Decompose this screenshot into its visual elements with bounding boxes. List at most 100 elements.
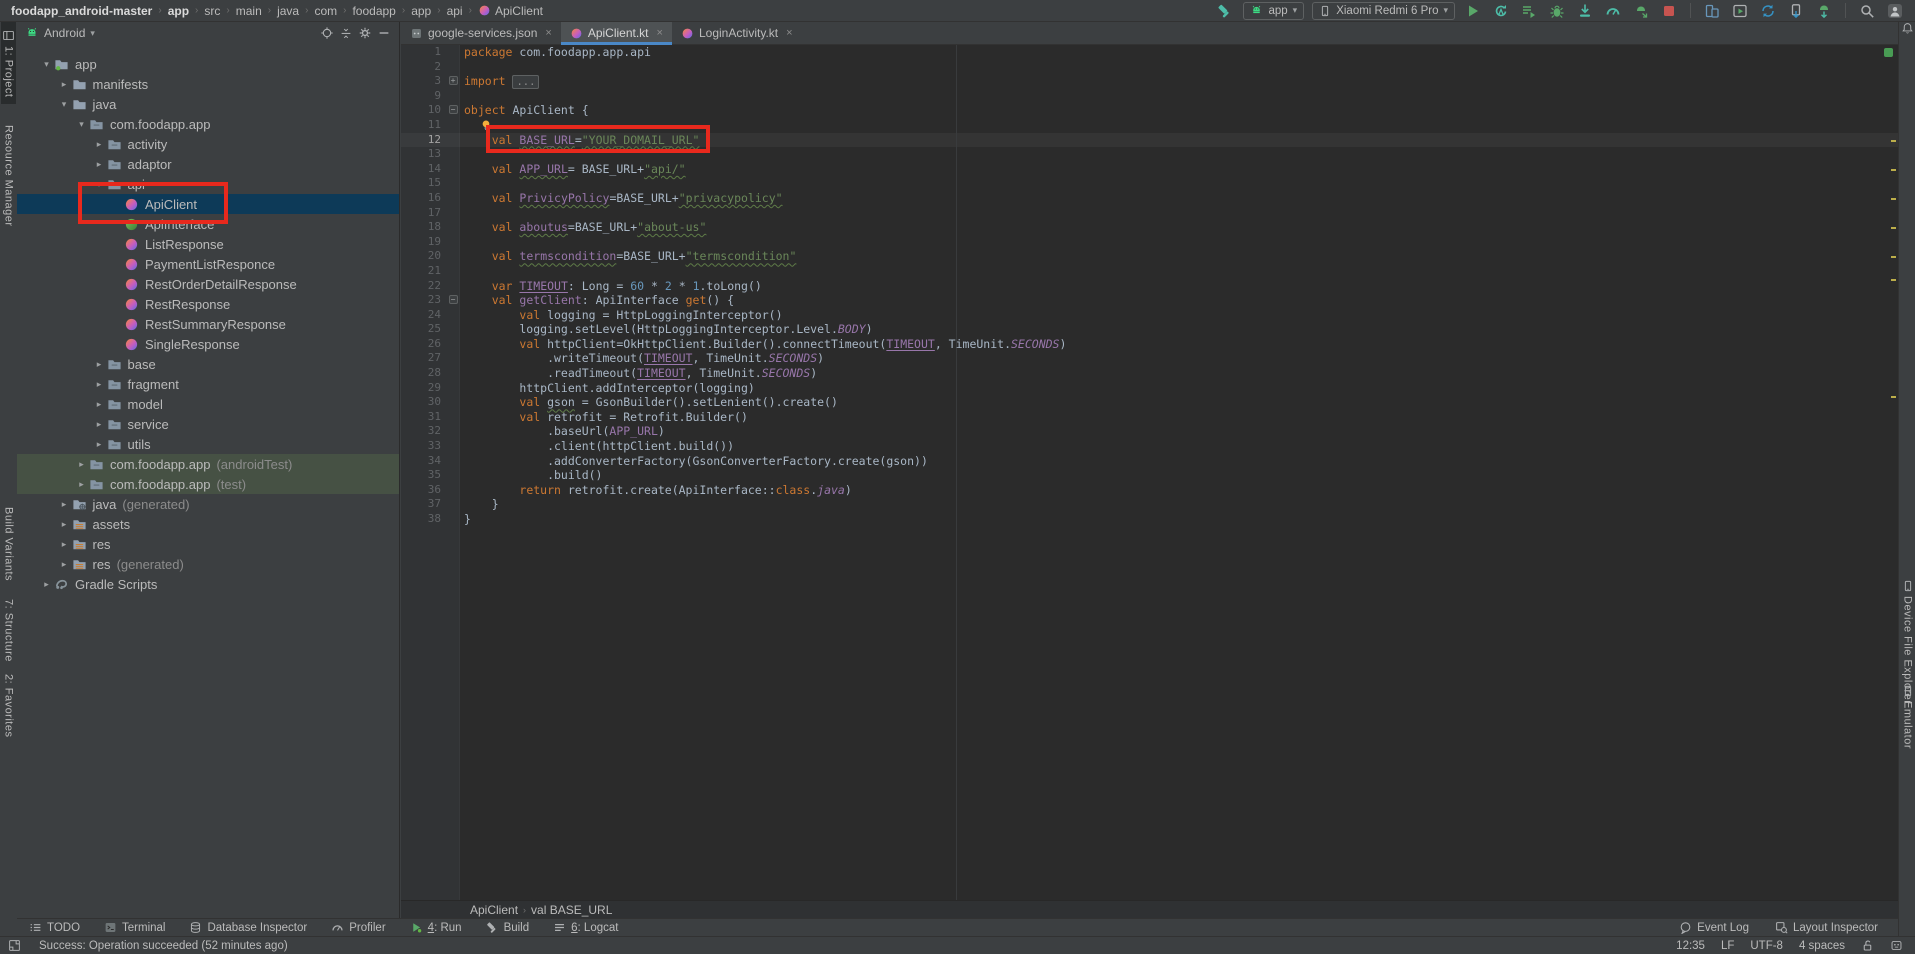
tree-item-app[interactable]: ▾app <box>17 54 399 74</box>
tab-close-icon[interactable]: × <box>657 27 663 39</box>
tree-item-base[interactable]: ▸base <box>17 354 399 374</box>
warning-stripe-mark[interactable] <box>1891 198 1896 200</box>
code-line-34[interactable]: 34 .addConverterFactory(GsonConverterFac… <box>401 454 1898 469</box>
stripe-button-7-structure[interactable]: 7: Structure <box>2 592 16 669</box>
tree-collapsed-icon[interactable]: ▸ <box>57 79 72 90</box>
toolwindow-button-profiler[interactable]: Profiler <box>331 921 385 934</box>
tree-item-java[interactable]: ▸java(generated) <box>17 494 399 514</box>
tree-item-java[interactable]: ▾java <box>17 94 399 114</box>
breadcrumb-item[interactable]: foodapp_android-master <box>10 4 153 18</box>
build-hammer-button[interactable] <box>1215 1 1235 21</box>
tab-close-icon[interactable]: × <box>786 27 792 39</box>
run-configuration-select[interactable]: app▾ <box>1243 2 1304 20</box>
status-line-separator[interactable]: LF <box>1721 940 1734 952</box>
tree-item-listresponse[interactable]: ListResponse <box>17 234 399 254</box>
code-line-29[interactable]: 29 httpClient.addInterceptor(logging) <box>401 381 1898 396</box>
tree-collapsed-icon[interactable]: ▸ <box>92 419 107 430</box>
intention-bulb-icon[interactable] <box>480 119 492 131</box>
status-indent[interactable]: 4 spaces <box>1799 940 1845 952</box>
code-line-14[interactable]: 14 val APP_URL= BASE_URL+"api/" <box>401 162 1898 177</box>
tree-collapsed-icon[interactable]: ▸ <box>92 439 107 450</box>
code-line-12[interactable]: 12 val BASE_URL="YOUR_DOMAIL_URL" <box>401 133 1898 148</box>
tree-expanded-icon[interactable]: ▾ <box>39 59 54 70</box>
tree-item-activity[interactable]: ▸activity <box>17 134 399 154</box>
tree-collapsed-icon[interactable]: ▸ <box>92 139 107 150</box>
code-line-9[interactable]: 9 <box>401 89 1898 104</box>
editor-breadcrumb-item[interactable]: ApiClient <box>470 903 518 917</box>
run-button[interactable] <box>1463 1 1483 21</box>
toolwindow-button-database-inspector[interactable]: Database Inspector <box>189 921 307 934</box>
code-line-11[interactable]: 11 <box>401 118 1898 133</box>
code-line-16[interactable]: 16 val PrivicyPolicy=BASE_URL+"privacypo… <box>401 191 1898 206</box>
code-line-3[interactable]: 3+import ... <box>401 74 1898 89</box>
hide-panel-button[interactable] <box>377 26 391 40</box>
code-line-35[interactable]: 35 .build() <box>401 468 1898 483</box>
tree-item-res[interactable]: ▸res <box>17 534 399 554</box>
warning-stripe-mark[interactable] <box>1891 169 1896 171</box>
settings-icon[interactable] <box>358 26 372 40</box>
code-line-20[interactable]: 20 val termscondition=BASE_URL+"termscon… <box>401 249 1898 264</box>
code-line-19[interactable]: 19 <box>401 235 1898 250</box>
code-line-22[interactable]: 22 var TIMEOUT: Long = 60 * 2 * 1.toLong… <box>401 279 1898 294</box>
editor-breadcrumb-item[interactable]: val BASE_URL <box>531 903 612 917</box>
breadcrumb-item[interactable]: app <box>410 4 432 18</box>
warning-stripe-mark[interactable] <box>1891 396 1896 398</box>
tree-item-com-foodapp-app[interactable]: ▸com.foodapp.app(androidTest) <box>17 454 399 474</box>
tree-item-com-foodapp-app[interactable]: ▸com.foodapp.app(test) <box>17 474 399 494</box>
code-line-21[interactable]: 21 <box>401 264 1898 279</box>
tree-expanded-icon[interactable]: ▾ <box>57 99 72 110</box>
attach-debugger-button[interactable] <box>1575 1 1595 21</box>
tree-item-service[interactable]: ▸service <box>17 414 399 434</box>
status-encoding[interactable]: UTF-8 <box>1750 940 1783 952</box>
stripe-button-emulator[interactable]: Emulator <box>1901 678 1915 756</box>
code-line-27[interactable]: 27 .writeTimeout(TIMEOUT, TimeUnit.SECON… <box>401 351 1898 366</box>
code-line-37[interactable]: 37 } <box>401 497 1898 512</box>
breadcrumb-item[interactable]: com <box>313 4 338 18</box>
code-line-23[interactable]: 23− val getClient: ApiInterface get() { <box>401 293 1898 308</box>
code-line-36[interactable]: 36 return retrofit.create(ApiInterface::… <box>401 483 1898 498</box>
code-line-10[interactable]: 10−object ApiClient { <box>401 103 1898 118</box>
code-line-24[interactable]: 24 val logging = HttpLoggingInterceptor(… <box>401 308 1898 323</box>
toolwindow-button-event-log[interactable]: Event Log <box>1679 921 1749 934</box>
tree-collapsed-icon[interactable]: ▸ <box>92 359 107 370</box>
tree-item-restsummaryresponse[interactable]: RestSummaryResponse <box>17 314 399 334</box>
user-avatar-button[interactable] <box>1885 1 1905 21</box>
tree-collapsed-icon[interactable]: ▸ <box>57 539 72 550</box>
stripe-button-2-favorites[interactable]: 2: Favorites <box>2 667 16 744</box>
toolwindow-button-build[interactable]: Build <box>486 921 530 934</box>
daemon-face-icon[interactable] <box>1890 939 1903 952</box>
tree-collapsed-icon[interactable]: ▸ <box>57 519 72 530</box>
tree-expanded-icon[interactable]: ▾ <box>92 179 107 190</box>
tree-item-apiinterface[interactable]: ApiInterface <box>17 214 399 234</box>
avd-manager-button[interactable] <box>1730 1 1750 21</box>
status-caret-position[interactable]: 12:35 <box>1676 940 1705 952</box>
code-line-2[interactable]: 2 <box>401 60 1898 75</box>
stripe-button-build-variants[interactable]: Build Variants <box>2 500 16 588</box>
code-line-26[interactable]: 26 val httpClient=OkHttpClient.Builder()… <box>401 337 1898 352</box>
code-line-17[interactable]: 17 <box>401 206 1898 221</box>
device-manager-button[interactable] <box>1702 1 1722 21</box>
tree-item-com-foodapp-app[interactable]: ▾com.foodapp.app <box>17 114 399 134</box>
breadcrumb-item[interactable]: foodapp <box>351 4 396 18</box>
tree-item-singleresponse[interactable]: SingleResponse <box>17 334 399 354</box>
tree-collapsed-icon[interactable]: ▸ <box>39 579 54 590</box>
toolwindow-button-4-run[interactable]: 4: Run <box>410 921 462 934</box>
code-editor[interactable]: 1package com.foodapp.app.api23+import ..… <box>401 45 1898 900</box>
breadcrumb-item[interactable]: java <box>276 4 300 18</box>
stripe-button-resource-manager[interactable]: Resource Manager <box>2 118 16 234</box>
unlock-icon[interactable] <box>1861 939 1874 952</box>
tree-item-adaptor[interactable]: ▸adaptor <box>17 154 399 174</box>
code-line-32[interactable]: 32 .baseUrl(APP_URL) <box>401 424 1898 439</box>
warning-stripe-mark[interactable] <box>1891 256 1896 258</box>
tree-item-assets[interactable]: ▸assets <box>17 514 399 534</box>
breadcrumb-item[interactable]: src <box>203 4 221 18</box>
tree-expanded-icon[interactable]: ▾ <box>74 119 89 130</box>
warning-stripe-mark[interactable] <box>1891 227 1896 229</box>
toolwindow-button-6-logcat[interactable]: 6: Logcat <box>553 921 618 934</box>
tree-collapsed-icon[interactable]: ▸ <box>92 379 107 390</box>
stop-button[interactable] <box>1659 1 1679 21</box>
code-line-38[interactable]: 38} <box>401 512 1898 527</box>
tree-collapsed-icon[interactable]: ▸ <box>92 159 107 170</box>
tree-item-apiclient[interactable]: ApiClient <box>17 194 399 214</box>
tab-close-icon[interactable]: × <box>545 27 551 39</box>
